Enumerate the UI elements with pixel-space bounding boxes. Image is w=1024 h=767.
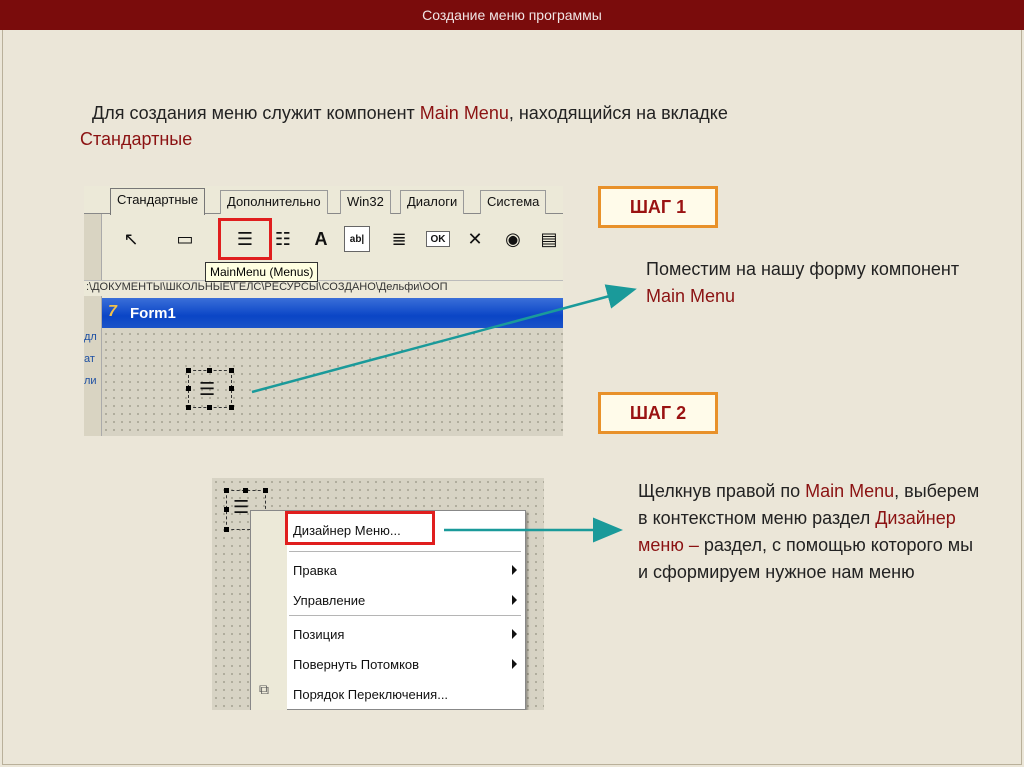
delphi-logo-icon: 7 [108, 303, 117, 320]
selection-handle[interactable] [263, 488, 268, 493]
left-labels: дл ат ли [84, 331, 97, 387]
mainmenu-component-icon: ☰ [233, 497, 250, 517]
form1-titlebar[interactable]: 7 Form1 [102, 298, 563, 328]
menu-item-tab-order[interactable]: Порядок Переключения... [293, 683, 525, 705]
tab-order-icon: ⧉ [259, 681, 269, 697]
menu-item-position[interactable]: Позиция [293, 623, 525, 645]
mainmenu-component-icon: ☰ [199, 379, 216, 399]
menu-item-edit[interactable]: Правка [293, 559, 525, 581]
selection-handle[interactable] [224, 507, 229, 512]
selection-handle[interactable] [207, 368, 212, 373]
selection-handle[interactable] [243, 488, 248, 493]
selection-handle[interactable] [224, 527, 229, 532]
mainmenu-highlight-frame [218, 218, 272, 260]
button-icon[interactable]: OK [426, 231, 450, 247]
tab-win32[interactable]: Win32 [340, 190, 391, 214]
submenu-arrow-icon [512, 565, 517, 575]
pointer-icon[interactable]: ↖ [118, 226, 144, 252]
edit-icon[interactable]: ab| [344, 226, 370, 252]
frame-icon[interactable]: ▭ [172, 226, 198, 252]
main-menu-highlight: Main Menu [419, 103, 509, 123]
step1-badge: ШАГ 1 [598, 186, 718, 228]
slide-title: Создание меню программы [422, 7, 602, 23]
tab-system[interactable]: Система [480, 190, 547, 214]
memo-icon[interactable]: ≣ [386, 226, 412, 252]
selection-handle[interactable] [229, 386, 234, 391]
tab-additional[interactable]: Дополнительно [220, 190, 328, 214]
form1-title: Form1 [130, 304, 176, 322]
step1-text: Поместим на нашу форму компонент Main Me… [646, 259, 960, 306]
menu-item-control[interactable]: Управление [293, 589, 525, 611]
radiobutton-icon[interactable]: ◉ [500, 226, 526, 252]
menu-separator [289, 551, 521, 552]
palette-tabs: Стандартные Дополнительно Win32 Диалоги … [84, 186, 563, 215]
menu-item-flip-children[interactable]: Повернуть Потомков [293, 653, 525, 675]
tab-dialogs[interactable]: Диалоги [400, 190, 465, 214]
selection-handle[interactable] [207, 405, 212, 410]
label-icon[interactable]: A [308, 226, 334, 252]
form1-window: 7 Form1 ☰ [102, 298, 563, 436]
checkbox-icon[interactable]: ✕ [462, 226, 488, 252]
selection-handle[interactable] [229, 368, 234, 373]
listbox-icon[interactable]: ▤ [536, 226, 562, 252]
context-menu: Дизайнер Меню... Правка Управление Позиц… [250, 510, 526, 710]
context-menu-screenshot: ☰ Дизайнер Меню... Правка Управление Поз… [212, 478, 544, 710]
submenu-arrow-icon [512, 629, 517, 639]
menu-designer-highlight-frame [285, 511, 435, 545]
step2-text: Щелкнув правой по Main Menu, выберем в к… [638, 481, 980, 582]
menu-separator [289, 615, 521, 616]
intro-text: Для создания меню служит компонент Main … [80, 103, 728, 149]
standard-tab-highlight: Стандартные [80, 129, 193, 149]
ide-palette-screenshot: Стандартные Дополнительно Win32 Диалоги … [84, 186, 563, 436]
selection-handle[interactable] [186, 386, 191, 391]
component-palette: ↖ ▭ ☰ ☷ A ab| ≣ OK ✕ ◉ ▤ ▥ [108, 218, 563, 264]
selection-handle[interactable] [229, 405, 234, 410]
selection-handle[interactable] [224, 488, 229, 493]
popupmenu-icon[interactable]: ☷ [270, 226, 296, 252]
slide-header: Создание меню программы [0, 0, 1024, 30]
tab-standard[interactable]: Стандартные [110, 188, 206, 215]
palette-left-strip [84, 214, 102, 436]
mainmenu-tooltip: MainMenu (Menus) [205, 262, 319, 282]
step2-badge: ШАГ 2 [598, 392, 718, 434]
selection-handle[interactable] [186, 405, 191, 410]
selection-handle[interactable] [186, 368, 191, 373]
file-path: :\ДОКУМЕНТЫ\ШКОЛЬНЫЕ\ГЕЛС\РЕСУРСЫ\СОЗДАН… [84, 280, 563, 296]
submenu-arrow-icon [512, 595, 517, 605]
mainmenu-component[interactable]: ☰ [186, 368, 234, 410]
submenu-arrow-icon [512, 659, 517, 669]
